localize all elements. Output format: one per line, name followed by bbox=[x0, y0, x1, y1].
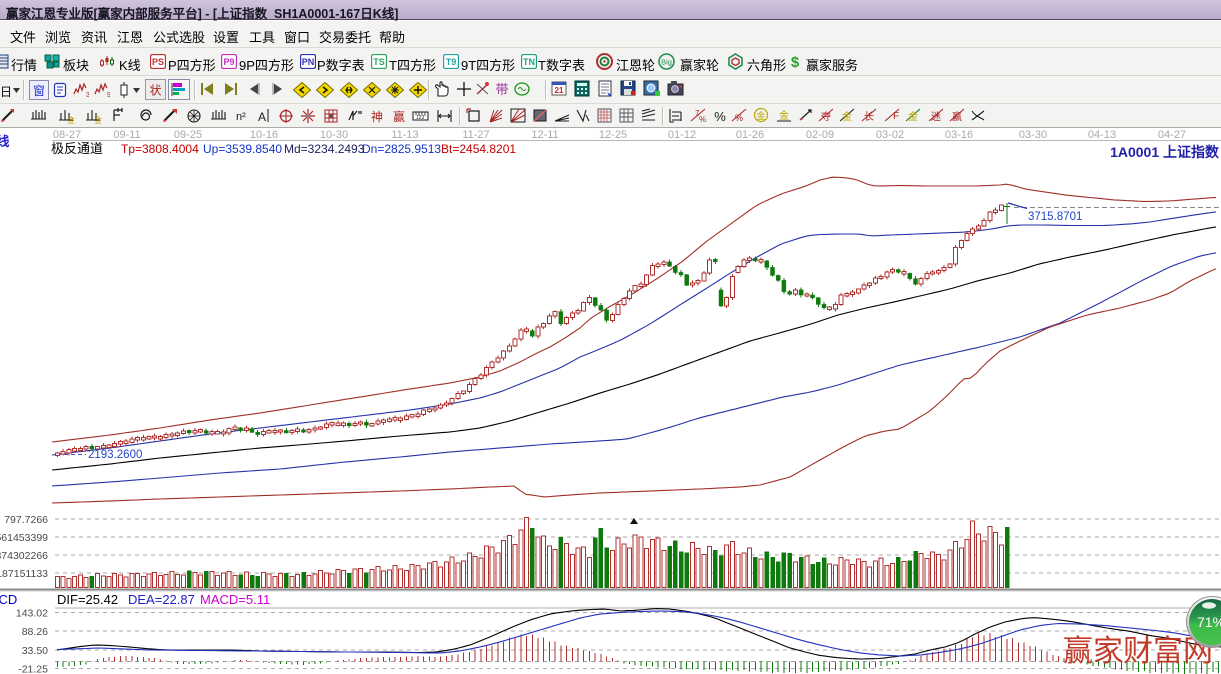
svg-text:带: 带 bbox=[495, 82, 508, 97]
svg-text:143.02: 143.02 bbox=[16, 608, 48, 620]
svg-text:TS: TS bbox=[373, 57, 385, 67]
svg-text:12-25: 12-25 bbox=[599, 129, 627, 141]
svg-text:F: F bbox=[893, 111, 899, 122]
svg-text:187151133: 187151133 bbox=[0, 568, 48, 580]
svg-text:金: 金 bbox=[756, 110, 765, 121]
svg-text:赢: 赢 bbox=[393, 109, 405, 124]
svg-text:Tp=3808.4004: Tp=3808.4004 bbox=[121, 142, 199, 156]
svg-text:Up=3539.8540: Up=3539.8540 bbox=[203, 142, 282, 156]
svg-text:797.7266: 797.7266 bbox=[4, 514, 48, 526]
svg-text:71%: 71% bbox=[1197, 614, 1221, 630]
svg-text:10-16: 10-16 bbox=[250, 129, 278, 141]
svg-text:迷: 迷 bbox=[931, 111, 941, 123]
svg-text:TN: TN bbox=[523, 57, 535, 67]
svg-text:04-13: 04-13 bbox=[1088, 129, 1116, 141]
svg-text:Bt=2454.8201: Bt=2454.8201 bbox=[441, 142, 516, 156]
svg-text:3715.8701: 3715.8701 bbox=[1028, 211, 1082, 223]
svg-text:04-27: 04-27 bbox=[1158, 129, 1186, 141]
svg-text:P9: P9 bbox=[223, 57, 234, 67]
svg-text:T9: T9 bbox=[446, 57, 457, 67]
svg-text:01-26: 01-26 bbox=[736, 129, 764, 141]
svg-text:3: 3 bbox=[86, 92, 89, 98]
svg-text:金: 金 bbox=[94, 115, 102, 124]
svg-text:DIF=25.42: DIF=25.42 bbox=[57, 592, 118, 607]
svg-text:DEA=22.87: DEA=22.87 bbox=[128, 592, 195, 607]
svg-text:10-30: 10-30 bbox=[320, 129, 348, 141]
svg-text:09-25: 09-25 bbox=[174, 129, 202, 141]
svg-text:02-09: 02-09 bbox=[806, 129, 834, 141]
svg-text:%: % bbox=[735, 113, 743, 123]
svg-text:夺: 夺 bbox=[821, 110, 831, 123]
svg-text:88.26: 88.26 bbox=[22, 626, 48, 638]
svg-text:状: 状 bbox=[149, 84, 161, 98]
svg-text:Dn=2825.9513: Dn=2825.9513 bbox=[362, 142, 441, 156]
svg-text:03-02: 03-02 bbox=[876, 129, 904, 141]
svg-text:K线: K线 bbox=[0, 134, 9, 149]
svg-text:Md=3234.2493: Md=3234.2493 bbox=[284, 142, 365, 156]
svg-text:%: % bbox=[699, 115, 706, 124]
svg-text:374302266: 374302266 bbox=[0, 550, 48, 562]
svg-text:561453399: 561453399 bbox=[0, 532, 48, 544]
svg-text:-21.25: -21.25 bbox=[18, 664, 48, 674]
svg-text:A: A bbox=[258, 110, 266, 124]
svg-text:金: 金 bbox=[908, 110, 918, 123]
svg-text:33.50: 33.50 bbox=[22, 645, 48, 657]
svg-text:Big: Big bbox=[661, 58, 672, 67]
svg-text:21: 21 bbox=[555, 86, 564, 95]
svg-text:金: 金 bbox=[842, 110, 852, 123]
svg-text:1A0001 上证指数: 1A0001 上证指数 bbox=[1110, 144, 1220, 160]
svg-text:2193.2600: 2193.2600 bbox=[88, 449, 142, 461]
svg-text:MACD=5.11: MACD=5.11 bbox=[200, 592, 270, 607]
svg-text:神: 神 bbox=[371, 110, 383, 124]
svg-text:n²: n² bbox=[236, 111, 246, 123]
svg-text:金: 金 bbox=[779, 109, 789, 122]
svg-text:极反通道: 极反通道 bbox=[51, 141, 103, 156]
svg-text:窗: 窗 bbox=[33, 84, 45, 98]
svg-text:%: % bbox=[714, 109, 726, 124]
svg-text:12-11: 12-11 bbox=[531, 129, 558, 141]
svg-text:金: 金 bbox=[67, 115, 75, 124]
svg-text:08-27: 08-27 bbox=[53, 129, 81, 141]
svg-text:长: 长 bbox=[864, 111, 874, 123]
svg-text:PS: PS bbox=[152, 57, 164, 67]
svg-text:赢: 赢 bbox=[952, 110, 962, 123]
svg-text:11-27: 11-27 bbox=[462, 129, 489, 141]
svg-text:03-16: 03-16 bbox=[945, 129, 973, 141]
svg-text:$: $ bbox=[791, 54, 800, 70]
svg-text:123: 123 bbox=[416, 115, 425, 121]
svg-text:11-13: 11-13 bbox=[391, 129, 418, 141]
svg-text:09-11: 09-11 bbox=[113, 129, 140, 141]
svg-text:MACD: MACD bbox=[0, 592, 17, 607]
svg-text:03-30: 03-30 bbox=[1019, 129, 1047, 141]
svg-text:赢家财富网: 赢家财富网 bbox=[1063, 635, 1213, 668]
svg-text:PN: PN bbox=[302, 57, 315, 67]
svg-text:01-12: 01-12 bbox=[668, 129, 696, 141]
svg-text:9: 9 bbox=[107, 92, 110, 98]
